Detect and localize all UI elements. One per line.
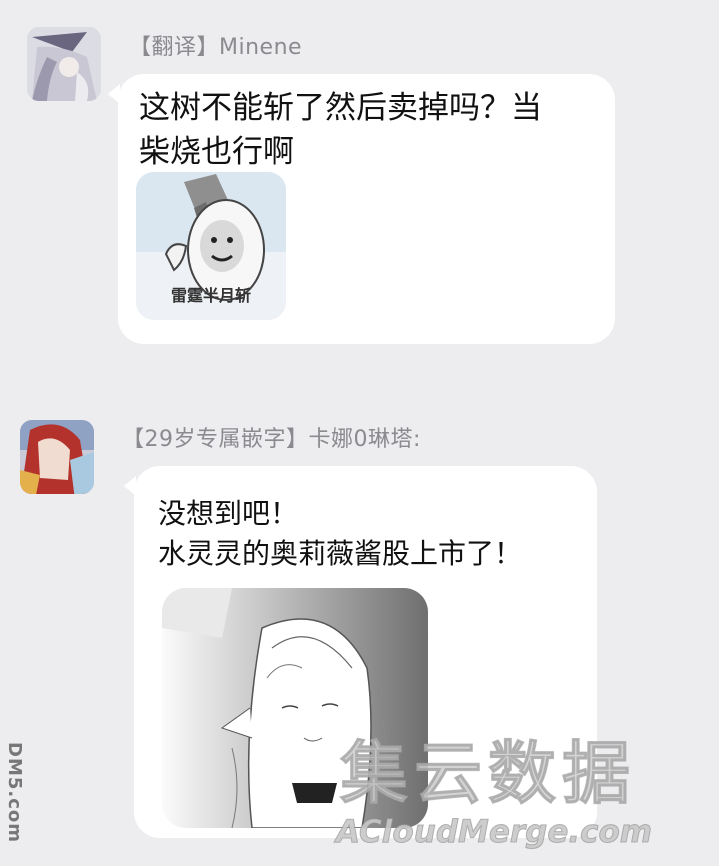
message-text-1: 这树不能斩了然后卖掉吗？当 柴烧也行啊 xyxy=(139,90,542,170)
meme-sticker[interactable]: 雷霆半月斩 xyxy=(136,172,286,320)
sender-name-minene: 【翻译】Minene xyxy=(129,35,303,60)
avatar-kanalinta[interactable] xyxy=(20,420,94,494)
message-bubble-1[interactable]: 这树不能斩了然后卖掉吗？当 柴烧也行啊 雷霆半月斩 xyxy=(118,74,615,344)
sender-name-kanalinta: 【29岁专属嵌字】卡娜0琳塔: xyxy=(122,427,421,452)
sticker-caption: 雷霆半月斩 xyxy=(170,286,251,305)
site-watermark: DM5.com xyxy=(4,742,25,844)
watermark-chinese: 集云数据 xyxy=(339,735,637,815)
avatar-minene[interactable] xyxy=(27,27,101,101)
watermark-english: ACloudMerge.com xyxy=(335,814,653,851)
message-text-2: 没想到吧！ 水灵灵的奥莉薇酱股上市了！ xyxy=(158,497,523,570)
